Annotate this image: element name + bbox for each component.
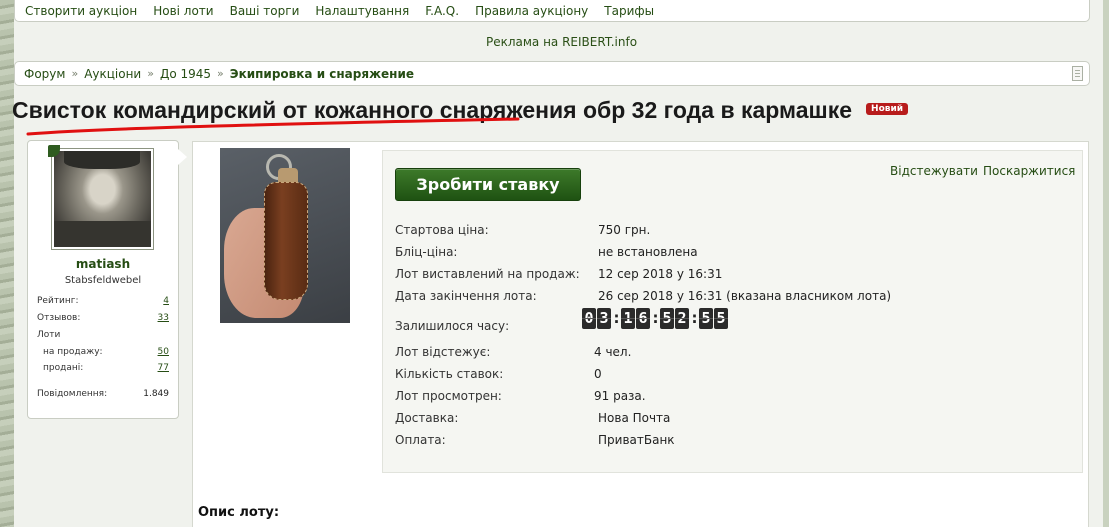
detail-label: Дата закінчення лота: xyxy=(395,289,537,303)
stat-for-sale: на продажу: 50 xyxy=(37,347,169,357)
nav-settings[interactable]: Налаштування xyxy=(315,4,409,18)
detail-label: Оплата: xyxy=(395,433,446,447)
detail-value: 12 сер 2018 у 16:31 xyxy=(598,267,723,281)
timer-digit: 6 xyxy=(636,308,650,329)
nav-tariffs[interactable]: Тарифы xyxy=(604,4,654,18)
lot-title: Свисток командирский от кожанного снаряж… xyxy=(12,97,853,123)
timer-digit: 1 xyxy=(621,308,635,329)
stat-lots-label: Лоти xyxy=(37,330,61,340)
detail-label: Лот відстежує: xyxy=(395,345,491,359)
nav-faq[interactable]: F.A.Q. xyxy=(425,4,459,18)
detail-label: Лот виставлений на продаж: xyxy=(395,267,580,281)
ad-banner-link[interactable]: Реклама на REIBERT.info xyxy=(14,35,1109,49)
stat-lots: Лоти xyxy=(37,330,169,340)
username-link[interactable]: matiash xyxy=(28,257,178,271)
detail-value: Нова Почта xyxy=(598,411,671,425)
timer-colon: : xyxy=(613,309,620,327)
page-title: Свисток командирский от кожанного снаряж… xyxy=(12,97,909,124)
detail-label: Залишилося часу: xyxy=(395,319,510,333)
avatar-body xyxy=(54,221,151,247)
detail-label: Бліц-ціна: xyxy=(395,245,458,259)
avatar[interactable] xyxy=(51,148,154,250)
document-icon[interactable] xyxy=(1072,66,1083,81)
nav-create-auction[interactable]: Створити аукціон xyxy=(25,4,137,18)
detail-label: Стартова ціна: xyxy=(395,223,489,237)
timer-digit: 0 xyxy=(582,308,596,329)
stat-reviews: Отзывов: 33 xyxy=(37,313,169,323)
place-bid-button[interactable]: Зробити ставку xyxy=(395,168,581,201)
avatar-image xyxy=(54,151,151,247)
user-info-panel: matiash Stabsfeldwebel Рейтинг: 4 Отзыво… xyxy=(27,140,187,419)
detail-value: 26 сер 2018 у 16:31 (вказана власником л… xyxy=(598,289,892,303)
stat-sold-value[interactable]: 77 xyxy=(158,363,169,373)
detail-value: ПриватБанк xyxy=(598,433,675,447)
new-badge: Новий xyxy=(866,102,909,115)
countdown-timer: 0 3 : 1 6 : 5 2 : 5 5 xyxy=(582,308,729,329)
timer-digit: 5 xyxy=(660,308,674,329)
breadcrumb-separator: » xyxy=(217,67,224,80)
timer-digit: 2 xyxy=(675,308,689,329)
stat-sold: продані: 77 xyxy=(37,363,169,373)
stat-reviews-value[interactable]: 33 xyxy=(158,313,169,323)
avatar-cap xyxy=(64,151,140,169)
watch-link[interactable]: Відстежувати xyxy=(890,164,978,178)
stat-messages-label: Повідомлення: xyxy=(37,389,108,399)
detail-value: 0 xyxy=(594,367,602,381)
stat-sold-label: продані: xyxy=(43,363,84,373)
breadcrumb-current: Экипировка и снаряжение xyxy=(229,66,414,81)
lot-info-box: Зробити ставку Відстежувати Поскаржитися… xyxy=(382,150,1083,473)
stat-reviews-label: Отзывов: xyxy=(37,313,81,323)
stat-messages-value: 1.849 xyxy=(143,389,169,399)
breadcrumb-separator: » xyxy=(147,67,154,80)
stat-rating-label: Рейтинг: xyxy=(37,296,79,306)
timer-colon: : xyxy=(652,309,659,327)
timer-digit: 5 xyxy=(714,308,728,329)
stat-messages: Повідомлення: 1.849 xyxy=(37,389,169,399)
lot-photo[interactable] xyxy=(220,148,350,323)
detail-value: 750 грн. xyxy=(598,223,651,237)
breadcrumb: Форум » Аукціони » До 1945 » Экипировка … xyxy=(14,61,1090,86)
stat-rating: Рейтинг: 4 xyxy=(37,296,169,306)
stat-for-sale-label: на продажу: xyxy=(43,347,103,357)
background-texture-right xyxy=(1103,0,1109,527)
report-link[interactable]: Поскаржитися xyxy=(983,164,1075,178)
description-heading: Опис лоту: xyxy=(198,505,280,520)
breadcrumb-auctions[interactable]: Аукціони xyxy=(84,67,141,81)
detail-value: 4 чел. xyxy=(594,345,632,359)
breadcrumb-forum[interactable]: Форум xyxy=(24,67,65,81)
nav-new-lots[interactable]: Нові лоти xyxy=(153,4,213,18)
breadcrumb-before-1945[interactable]: До 1945 xyxy=(160,67,211,81)
detail-label: Кількість ставок: xyxy=(395,367,504,381)
top-navigation: Створити аукціон Нові лоти Ваші торги На… xyxy=(14,0,1090,22)
breadcrumb-separator: » xyxy=(71,67,79,80)
detail-label: Доставка: xyxy=(395,411,459,425)
timer-digit: 3 xyxy=(597,308,611,329)
timer-colon: : xyxy=(691,309,698,327)
detail-value: не встановлена xyxy=(598,245,698,259)
lot-content: Зробити ставку Відстежувати Поскаржитися… xyxy=(192,141,1089,527)
nav-your-bids[interactable]: Ваші торги xyxy=(230,4,300,18)
detail-label: Лот просмотрен: xyxy=(395,389,502,403)
detail-value: 91 раза. xyxy=(594,389,646,403)
user-rank: Stabsfeldwebel xyxy=(64,275,142,286)
timer-digit: 5 xyxy=(699,308,713,329)
background-texture-left xyxy=(0,0,14,527)
photo-leather-pouch xyxy=(264,182,308,300)
nav-auction-rules[interactable]: Правила аукціону xyxy=(475,4,588,18)
stat-for-sale-value[interactable]: 50 xyxy=(158,347,169,357)
stat-rating-value[interactable]: 4 xyxy=(163,296,169,306)
